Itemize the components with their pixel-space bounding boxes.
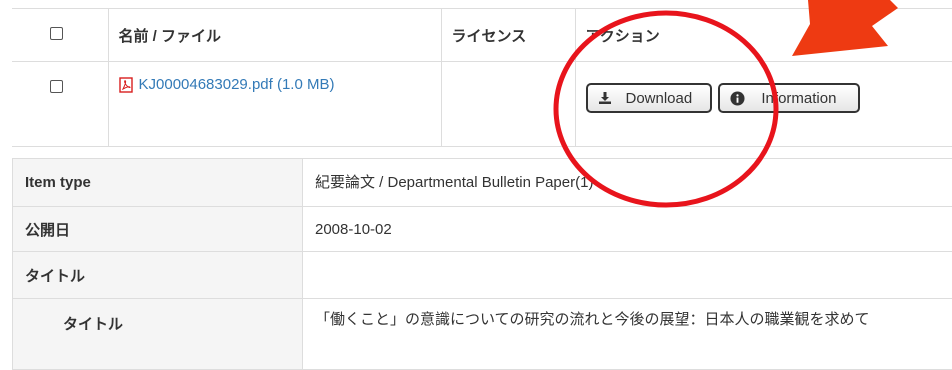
file-row: KJ00004683029.pdf (1.0 MB) Download	[12, 62, 952, 147]
file-link[interactable]: KJ00004683029.pdf (1.0 MB)	[119, 76, 335, 93]
select-all-checkbox[interactable]	[50, 27, 63, 40]
information-label: Information	[761, 90, 836, 107]
item-type-value: 紀要論文 / Departmental Bulletin Paper(1)	[303, 159, 952, 207]
title-group-row: タイトル	[13, 252, 952, 299]
published-value: 2008-10-02	[303, 207, 952, 252]
file-name-cell: KJ00004683029.pdf (1.0 MB)	[108, 62, 441, 147]
download-label: Download	[626, 90, 693, 107]
files-header-row: 名前 / ファイル ライセンス アクション	[12, 9, 952, 62]
header-action: アクション	[575, 9, 952, 62]
title-value: 「働くこと」の意識についての研究の流れと今後の展望：日本人の職業観を求めて	[303, 299, 952, 370]
title-group-label: タイトル	[13, 252, 303, 299]
metadata-table: Item type 紀要論文 / Departmental Bulletin P…	[12, 158, 952, 370]
pdf-icon	[119, 77, 133, 93]
published-label: 公開日	[13, 207, 303, 252]
published-row: 公開日 2008-10-02	[13, 207, 952, 252]
item-type-label: Item type	[13, 159, 303, 207]
item-type-row: Item type 紀要論文 / Departmental Bulletin P…	[13, 159, 952, 207]
title-label: タイトル	[13, 299, 303, 370]
license-cell	[441, 62, 575, 147]
header-name: 名前 / ファイル	[108, 9, 441, 62]
file-name: KJ00004683029.pdf (1.0 MB)	[139, 76, 335, 93]
information-button[interactable]: Information	[718, 83, 860, 113]
title-group-value	[303, 252, 952, 299]
file-select-cell	[12, 62, 108, 147]
file-checkbox[interactable]	[50, 80, 63, 93]
files-table: 名前 / ファイル ライセンス アクション KJ00004683029.pdf …	[12, 8, 952, 147]
title-row: タイトル 「働くこと」の意識についての研究の流れと今後の展望：日本人の職業観を求…	[13, 299, 952, 370]
header-license: ライセンス	[441, 9, 575, 62]
download-button[interactable]: Download	[586, 83, 713, 113]
info-icon	[730, 91, 745, 106]
select-all-cell	[12, 9, 108, 62]
action-cell: Download Information	[575, 62, 952, 147]
download-icon	[598, 91, 612, 105]
